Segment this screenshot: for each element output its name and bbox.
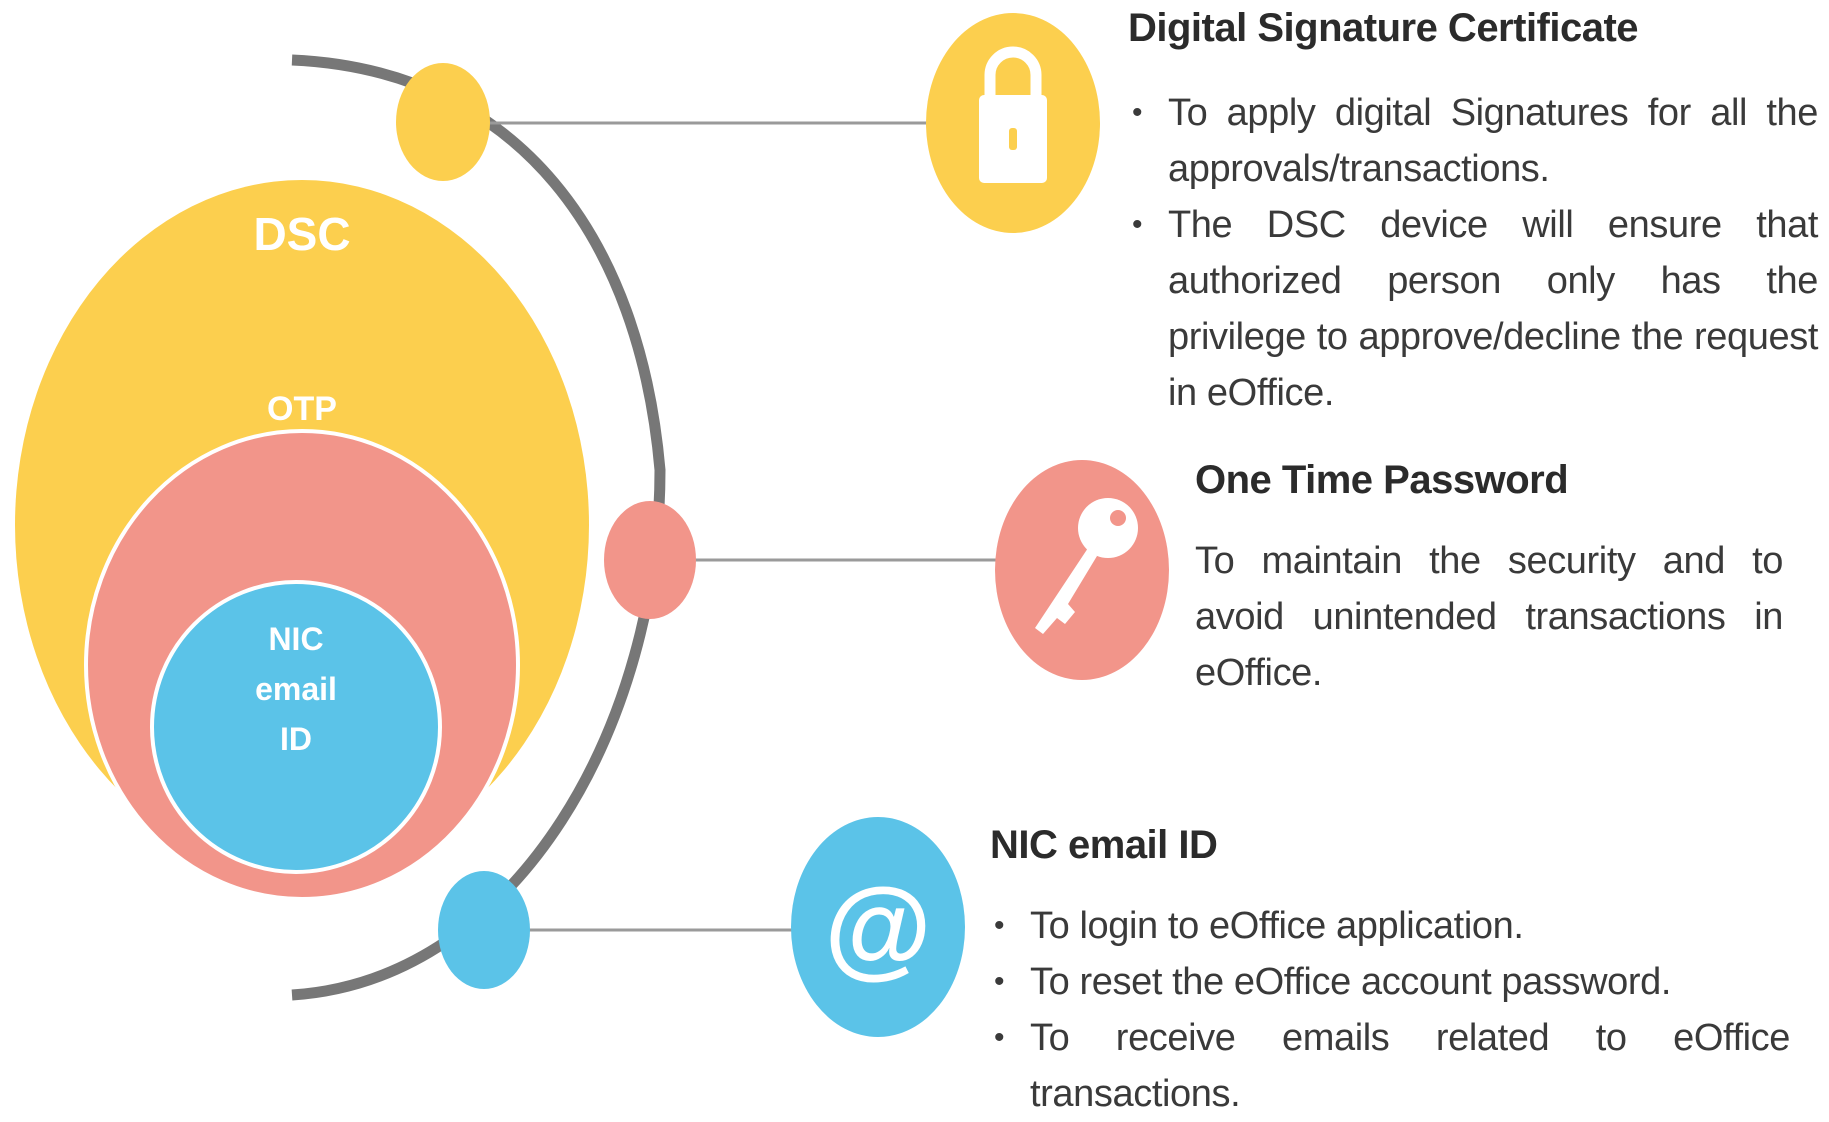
ring-email-label-3: ID bbox=[280, 721, 312, 757]
section-otp-title: One Time Password bbox=[1195, 458, 1569, 502]
orbit-dot-otp bbox=[604, 501, 696, 619]
list-item: To reset the eOffice account password. bbox=[990, 954, 1790, 1010]
padlock-icon bbox=[926, 13, 1100, 233]
ring-email-label-2: email bbox=[255, 671, 337, 707]
svg-text:@: @ bbox=[824, 866, 931, 989]
at-sign-icon: @ bbox=[791, 817, 965, 1037]
section-dsc-bullets: To apply digital Signatures for all the … bbox=[1128, 85, 1818, 421]
list-item: To apply digital Signatures for all the … bbox=[1128, 85, 1818, 197]
section-email-title: NIC email ID bbox=[990, 823, 1218, 867]
list-item: The DSC device will ensure that authoriz… bbox=[1128, 197, 1818, 421]
ring-otp-label: OTP bbox=[267, 390, 337, 428]
ring-dsc-label: DSC bbox=[253, 208, 350, 260]
section-dsc-title: Digital Signature Certificate bbox=[1128, 6, 1639, 50]
section-dsc: Digital Signature Certificate To apply d… bbox=[1128, 6, 1818, 421]
orbit-dot-email bbox=[438, 871, 530, 989]
list-item: To receive emails related to eOffice tra… bbox=[990, 1010, 1790, 1122]
section-email: NIC email ID To login to eOffice applica… bbox=[990, 823, 1790, 1122]
section-otp: One Time Password To maintain the securi… bbox=[1195, 458, 1783, 701]
section-email-bullets: To login to eOffice application. To rese… bbox=[990, 898, 1790, 1122]
key-icon bbox=[995, 460, 1169, 680]
list-item: To login to eOffice application. bbox=[990, 898, 1790, 954]
ring-email-label-1: NIC bbox=[268, 621, 323, 657]
orbit-dot-dsc bbox=[396, 63, 490, 181]
section-otp-text: To maintain the security and to avoid un… bbox=[1195, 540, 1783, 694]
